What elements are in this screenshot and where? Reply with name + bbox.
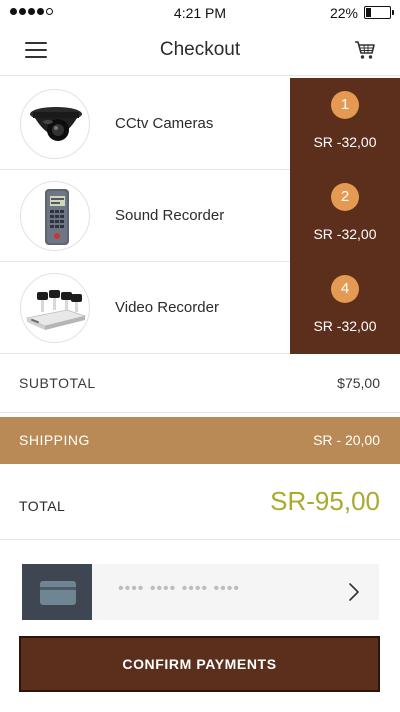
- cart-item[interactable]: Sound Recorder 2 SR -32,00: [0, 170, 400, 262]
- shipping-label: SHIPPING: [19, 432, 90, 448]
- total-row: TOTAL SR-95,00: [0, 470, 400, 540]
- item-name: CCtv Cameras: [115, 115, 214, 132]
- battery-percentage: 22%: [329, 5, 358, 21]
- total-label: TOTAL: [19, 498, 66, 514]
- battery-icon: [364, 6, 394, 19]
- subtotal-label: SUBTOTAL: [19, 375, 96, 391]
- shipping-value: SR - 20,00: [313, 432, 380, 448]
- item-price: SR -32,00: [313, 318, 377, 334]
- item-price: SR -32,00: [313, 226, 377, 242]
- confirm-payments-button[interactable]: CONFIRM PAYMENTS: [19, 636, 380, 692]
- payment-card-selector[interactable]: •••• •••• •••• ••••: [22, 564, 379, 620]
- quantity-badge: 4: [331, 275, 359, 303]
- item-price-box: 4 SR -32,00: [290, 262, 400, 354]
- credit-card-icon: [22, 564, 92, 620]
- top-nav-bar: Checkout: [0, 26, 400, 76]
- voice-recorder-icon: [20, 181, 90, 251]
- total-value: SR-95,00: [270, 486, 380, 516]
- cart-item[interactable]: CCtv Cameras 1 SR -32,00: [0, 78, 400, 170]
- status-bar: 4:21 PM 22%: [0, 0, 400, 26]
- chevron-right-icon[interactable]: [347, 581, 361, 603]
- quantity-badge: 1: [331, 91, 359, 119]
- shipping-row: SHIPPING SR - 20,00: [0, 417, 400, 464]
- item-name: Video Recorder: [115, 299, 219, 316]
- card-number-masked: •••• •••• •••• ••••: [118, 580, 240, 597]
- item-price-box: 2 SR -32,00: [290, 170, 400, 262]
- subtotal-value: $75,00: [337, 375, 380, 391]
- page-title: Checkout: [159, 39, 241, 60]
- cart-item[interactable]: Video Recorder 4 SR -32,00: [0, 262, 400, 354]
- quantity-badge: 2: [331, 183, 359, 211]
- hamburger-menu-icon[interactable]: [25, 42, 47, 58]
- dvr-kit-icon: [20, 273, 90, 343]
- shopping-cart-icon[interactable]: [354, 39, 376, 61]
- item-price-box: 1 SR -32,00: [290, 78, 400, 170]
- item-name: Sound Recorder: [115, 207, 225, 224]
- dome-camera-icon: [20, 89, 90, 159]
- item-price: SR -32,00: [313, 134, 377, 150]
- subtotal-row: SUBTOTAL $75,00: [0, 353, 400, 413]
